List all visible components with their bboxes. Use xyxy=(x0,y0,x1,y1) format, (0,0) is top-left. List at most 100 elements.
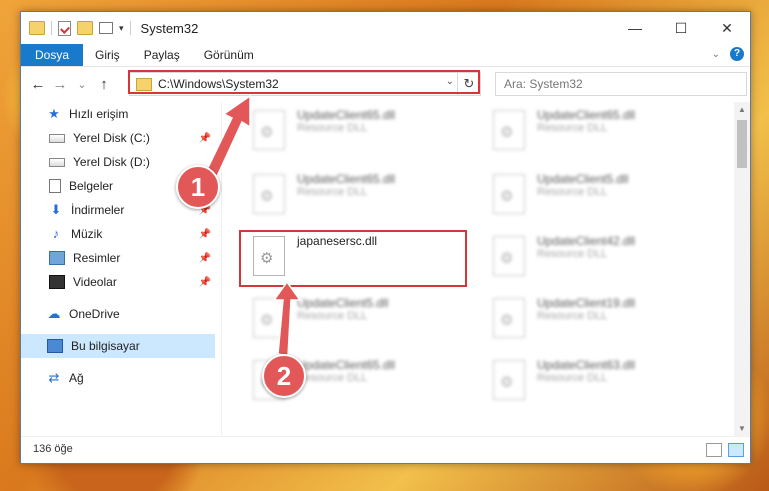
file-item[interactable]: UpdateClient65.dll Resource DLL xyxy=(487,104,712,154)
file-type: Resource DLL xyxy=(297,122,368,134)
pin-icon: 📌 xyxy=(198,252,211,264)
tiles-view-icon[interactable] xyxy=(728,443,744,457)
rename-icon[interactable] xyxy=(99,22,113,34)
address-highlight-box xyxy=(128,70,480,94)
file-item[interactable]: UpdateClient5.dll Resource DLL xyxy=(247,292,472,342)
dll-file-icon xyxy=(493,110,525,150)
customize-dropdown-icon[interactable]: ▾ xyxy=(119,23,124,34)
help-icon[interactable]: ? xyxy=(730,47,744,61)
pictures-icon xyxy=(49,251,65,265)
sidebar-item-label: OneDrive xyxy=(69,307,120,321)
divider xyxy=(129,21,131,35)
pane-divider[interactable] xyxy=(221,102,222,437)
sidebar-item-this-pc[interactable]: Bu bilgisayar xyxy=(21,334,215,358)
dll-file-icon xyxy=(493,360,525,400)
sidebar-item-label: Müzik xyxy=(71,227,103,241)
window-controls: — ☐ ✕ xyxy=(612,12,750,44)
dll-file-icon xyxy=(253,298,285,338)
file-item[interactable]: UpdateClient65.dll Resource DLL xyxy=(247,168,472,218)
new-folder-icon[interactable] xyxy=(77,21,93,35)
tab-view[interactable]: Görünüm xyxy=(192,44,266,66)
dll-file-icon xyxy=(253,174,285,214)
dll-file-icon xyxy=(253,110,285,150)
file-highlight-box xyxy=(239,230,467,287)
scroll-down-icon[interactable]: ▼ xyxy=(734,421,750,437)
dll-file-icon xyxy=(493,174,525,214)
cloud-icon: ☁ xyxy=(47,306,61,321)
file-name: UpdateClient5.dll xyxy=(537,172,629,186)
window-title: System32 xyxy=(140,20,199,36)
downloads-icon: ⬇ xyxy=(50,202,62,217)
sidebar-item-quick-access[interactable]: ★ Hızlı erişim xyxy=(21,102,215,126)
scroll-thumb[interactable] xyxy=(737,120,747,168)
file-item[interactable]: UpdateClient65.dll Resource DLL xyxy=(247,104,472,154)
status-bar: 136 öğe xyxy=(21,436,750,463)
search-placeholder: Ara: System32 xyxy=(504,77,583,91)
file-type: Resource DLL xyxy=(297,310,368,322)
dll-file-icon xyxy=(493,236,525,276)
divider xyxy=(51,21,52,35)
videos-icon xyxy=(49,275,65,289)
sidebar-item-network[interactable]: ⇄ Ağ xyxy=(21,366,215,390)
callout-badge-1: 1 xyxy=(176,165,220,209)
sidebar-item-label: Bu bilgisayar xyxy=(71,339,140,353)
file-item[interactable]: UpdateClient5.dll Resource DLL xyxy=(487,168,712,218)
file-type: Resource DLL xyxy=(537,310,608,322)
pin-icon: 📌 xyxy=(198,132,211,144)
folder-icon xyxy=(29,21,45,35)
music-icon: ♪ xyxy=(52,226,60,241)
documents-icon xyxy=(49,179,61,193)
file-type: Resource DLL xyxy=(297,372,368,384)
sidebar-item-label: İndirmeler xyxy=(71,203,125,217)
tab-share[interactable]: Paylaş xyxy=(132,44,192,66)
file-item[interactable]: UpdateClient19.dll Resource DLL xyxy=(487,292,712,342)
navigation-pane: ★ Hızlı erişim Yerel Disk (C:) 📌 Yerel D… xyxy=(21,102,215,437)
file-name: UpdateClient65.dll xyxy=(297,358,396,372)
up-button[interactable]: ↑ xyxy=(93,76,115,93)
sidebar-item-onedrive[interactable]: ☁ OneDrive xyxy=(21,302,215,326)
file-name: UpdateClient42.dll xyxy=(537,234,636,248)
scroll-up-icon[interactable]: ▲ xyxy=(734,102,750,118)
sidebar-item-label: Ağ xyxy=(69,371,84,385)
details-view-icon[interactable] xyxy=(706,443,722,457)
drive-icon xyxy=(49,157,65,167)
navigation-bar: ← → ⌄ ↑ C:\Windows\System32 ⌄ ↻ Ara: Sys… xyxy=(21,67,750,101)
sidebar-item-videos[interactable]: Videolar 📌 xyxy=(21,270,215,294)
tab-home[interactable]: Giriş xyxy=(83,44,132,66)
file-name: UpdateClient65.dll xyxy=(297,172,396,186)
sidebar-item-label: Belgeler xyxy=(69,179,114,193)
close-button[interactable]: ✕ xyxy=(704,12,750,44)
file-type: Resource DLL xyxy=(537,122,608,134)
file-type: Resource DLL xyxy=(537,372,608,384)
file-name: UpdateClient5.dll xyxy=(297,296,389,310)
properties-icon[interactable] xyxy=(58,20,71,36)
search-input[interactable]: Ara: System32 xyxy=(495,72,747,96)
tab-file[interactable]: Dosya xyxy=(21,44,84,66)
network-icon: ⇄ xyxy=(48,370,60,385)
explorer-window: ▾ System32 — ☐ ✕ Dosya Giriş Paylaş Görü… xyxy=(20,11,751,464)
minimize-button[interactable]: — xyxy=(612,12,658,44)
back-button[interactable]: ← xyxy=(27,76,49,93)
drive-icon xyxy=(49,133,65,143)
file-item[interactable]: UpdateClient63.dll Resource DLL xyxy=(487,354,712,404)
file-item[interactable]: UpdateClient42.dll Resource DLL xyxy=(487,230,712,280)
sidebar-item-label: Videolar xyxy=(73,275,117,289)
sidebar-item-label: Hızlı erişim xyxy=(69,107,129,121)
file-name: UpdateClient65.dll xyxy=(297,108,396,122)
dll-file-icon xyxy=(493,298,525,338)
file-name: UpdateClient19.dll xyxy=(537,296,636,310)
sidebar-item-music[interactable]: ♪ Müzik 📌 xyxy=(21,222,215,246)
maximize-button[interactable]: ☐ xyxy=(658,12,704,44)
callout-badge-2: 2 xyxy=(262,354,306,398)
sidebar-item-pictures[interactable]: Resimler 📌 xyxy=(21,246,215,270)
quick-access-toolbar: ▾ xyxy=(21,20,131,36)
recent-locations-button[interactable]: ⌄ xyxy=(71,78,93,91)
expand-ribbon-icon[interactable]: ⌄ xyxy=(712,49,720,60)
vertical-scrollbar[interactable]: ▲ ▼ xyxy=(734,102,750,437)
sidebar-item-disk-c[interactable]: Yerel Disk (C:) 📌 xyxy=(21,126,215,150)
sidebar-item-label: Yerel Disk (C:) xyxy=(73,131,150,145)
computer-icon xyxy=(47,339,63,353)
forward-button[interactable]: → xyxy=(49,76,71,93)
title-bar: ▾ System32 — ☐ ✕ xyxy=(21,12,750,44)
view-switcher xyxy=(706,443,744,457)
